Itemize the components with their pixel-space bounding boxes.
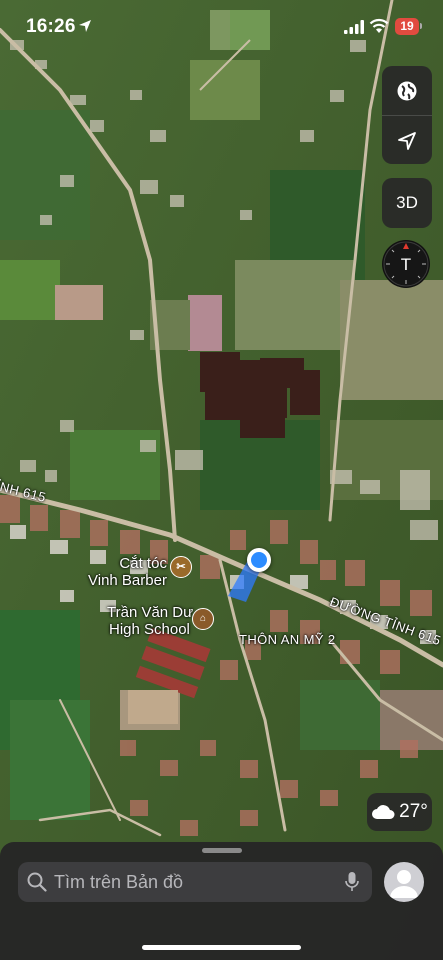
search-bar[interactable] xyxy=(18,862,372,902)
map-mode-button[interactable] xyxy=(382,66,432,115)
cellular-signal-icon xyxy=(344,20,364,34)
poi-school-subname: High School xyxy=(109,621,190,638)
search-sheet[interactable] xyxy=(0,842,443,960)
track-location-button[interactable] xyxy=(382,116,432,165)
poi-barber-name: Cắt tóc xyxy=(119,555,167,572)
search-input[interactable] xyxy=(54,862,334,902)
profile-avatar-button[interactable] xyxy=(384,862,424,902)
cloud-icon xyxy=(372,805,395,819)
search-icon xyxy=(27,872,47,892)
view-3d-button[interactable]: 3D xyxy=(382,178,432,228)
poi-barber-label[interactable]: Cắt tóc Vinh Barber xyxy=(88,555,167,589)
compass-button[interactable]: T xyxy=(382,240,430,288)
map-controls xyxy=(382,66,432,164)
status-time: 16:26 xyxy=(26,16,76,37)
compass-letter: T xyxy=(400,255,412,274)
status-bar: 16:26 19 xyxy=(0,0,443,56)
wifi-icon xyxy=(369,18,389,33)
microphone-icon[interactable] xyxy=(345,871,359,893)
person-icon xyxy=(390,870,418,898)
location-arrow-icon xyxy=(398,131,416,150)
school-pin-icon[interactable]: ⌂ xyxy=(192,608,214,630)
home-indicator[interactable] xyxy=(142,945,301,950)
poi-school-label[interactable]: Trần Văn Dư High School xyxy=(107,604,193,638)
battery-tip xyxy=(420,23,422,29)
weather-chip[interactable]: 27° xyxy=(367,793,432,831)
temperature: 27° xyxy=(399,801,428,822)
barber-pin-icon[interactable]: ✂ xyxy=(170,556,192,578)
area-label: THÔN AN MỸ 2 xyxy=(239,632,336,647)
poi-school-name: Trần Văn Dư xyxy=(107,604,194,621)
user-location-dot[interactable] xyxy=(247,548,271,572)
sheet-grabber[interactable] xyxy=(202,848,242,853)
battery-indicator: 19 xyxy=(395,18,419,35)
poi-barber-subname: Vinh Barber xyxy=(88,572,167,589)
location-services-icon xyxy=(79,20,91,32)
globe-icon xyxy=(397,81,417,100)
